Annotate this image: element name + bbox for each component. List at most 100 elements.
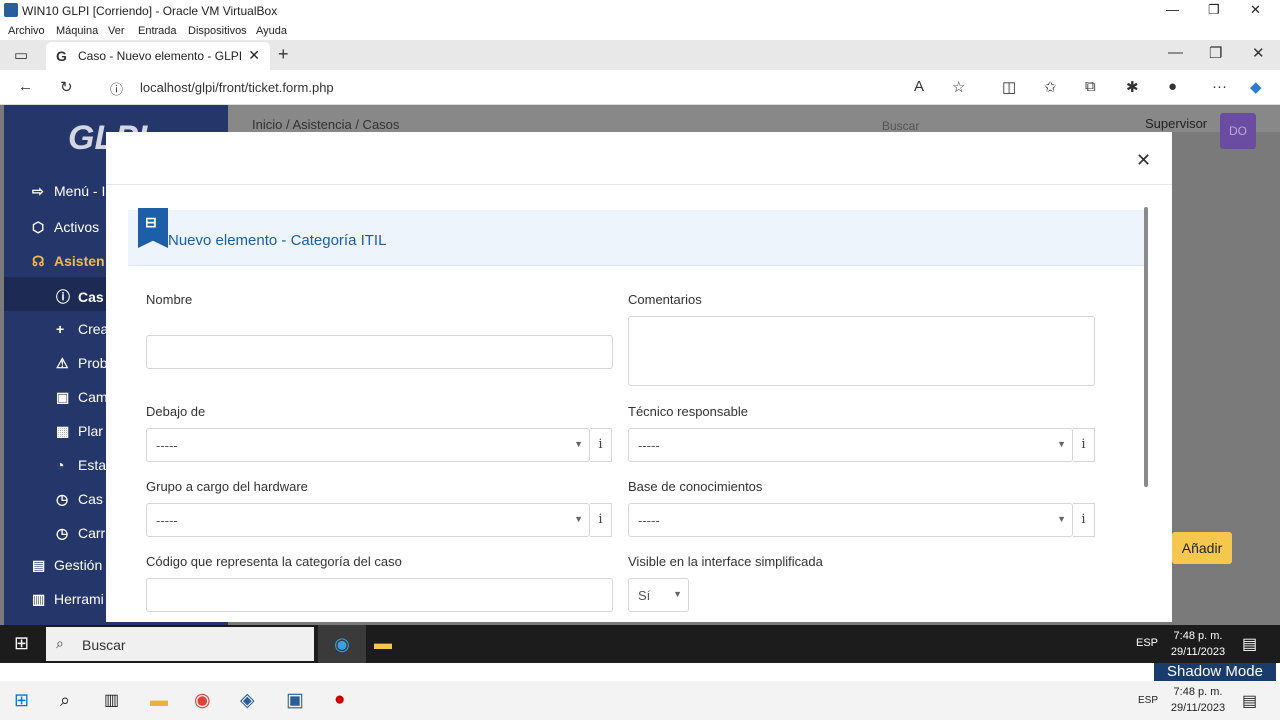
add-button: Añadir [1172,532,1232,564]
info-button[interactable]: i [590,428,612,462]
glpi-favicon-icon: G [56,48,67,64]
host-clock[interactable]: 7:48 p. m. 29/11/2023 [1166,684,1230,716]
vbox-menubar: Archivo Máquina Ver Entrada Dispositivos… [0,22,1280,40]
task-view-icon[interactable]: ▥ [104,690,119,710]
modal-close-icon[interactable]: ✕ [1136,150,1151,171]
language-indicator[interactable]: ESP [1136,637,1158,649]
label-codigo: Código que representa la categoría del c… [146,554,402,569]
favorite-icon[interactable]: ☆ [952,78,965,96]
sidebar-item-casos: ⓘ Cas [56,289,104,305]
tab-close-icon[interactable]: ✕ [248,47,260,64]
vm-window-icon[interactable]: ▣ [286,689,304,712]
language-indicator[interactable]: ESP [1138,695,1158,706]
user-role: Supervisor [1145,116,1208,131]
app-icon[interactable]: ● [334,689,345,711]
clipboard-icon: ▣ [56,389,70,405]
codigo-input[interactable] [146,578,613,612]
windows-start-icon[interactable]: ⊞ [14,690,29,711]
label-debajo-de: Debajo de [146,404,206,419]
browser-restore-icon[interactable]: ❐ [1209,44,1222,62]
tecnico-select[interactable]: ----- ▼ [628,428,1073,462]
search-icon[interactable]: ⌕ [60,690,70,711]
chrome-icon[interactable]: ◉ [194,689,211,712]
split-screen-icon[interactable]: ◫ [1002,78,1016,96]
address-bar-row: ← ↻ ⓘ localhost/glpi/front/ticket.form.p… [0,70,1280,105]
virtualbox-icon[interactable]: ◈ [240,689,255,712]
collections-icon[interactable]: ⧉ [1085,78,1096,95]
tab-title: Caso - Nuevo elemento - GLPI [78,49,243,63]
breadcrumb: Inicio / Asistencia / Casos [252,117,400,132]
file-explorer-icon[interactable]: ▬ [374,633,392,654]
sidebar-item-menu: ⇨ Menú - I [32,183,106,199]
nombre-input[interactable] [146,335,613,369]
refresh-icon[interactable]: ↻ [60,78,73,96]
browser-tabbar: ▭ G Caso - Nuevo elemento - GLPI ✕ + — ❐… [0,40,1280,70]
debajo-de-select[interactable]: ----- ▼ [146,428,590,462]
back-icon[interactable]: ← [18,78,33,95]
plus-icon: + [56,321,65,337]
profile-icon[interactable]: ● [1168,78,1177,95]
minimize-icon[interactable]: — [1166,2,1179,17]
url-field[interactable]: ⓘ localhost/glpi/front/ticket.form.php [96,75,996,101]
copilot-icon[interactable]: ◆ [1250,78,1262,96]
sidebar-item-herramientas: ▥ Herrami [32,591,104,607]
briefcase-icon: ▥ [32,591,46,607]
panel-title: Nuevo elemento - Categoría ITIL [168,232,387,249]
menu-maquina[interactable]: Máquina [56,25,98,37]
extensions-icon[interactable]: ✱ [1126,78,1139,96]
file-explorer-icon[interactable]: ▬ [150,690,168,711]
more-icon[interactable]: ··· [1212,78,1227,95]
caret-down-icon: ▼ [574,439,583,449]
new-tab-icon[interactable]: + [278,44,289,65]
close-icon[interactable]: ✕ [1250,2,1261,18]
avatar: DO [1220,113,1256,149]
sidebar-item-asistencia: ☊ Asisten [32,253,105,269]
info-button[interactable]: i [1073,503,1095,537]
notifications-icon[interactable]: ▤ [1242,634,1257,654]
grupo-select[interactable]: ----- ▼ [146,503,590,537]
sidebar-item-crear: + Crea [56,321,109,337]
tab-actions-icon[interactable]: ▭ [14,46,28,64]
label-tecnico: Técnico responsable [628,404,748,419]
modal-dialog: ✕ ⊟ Nuevo elemento - Categoría ITIL Nomb… [106,132,1172,622]
read-aloud-icon[interactable]: A [914,78,924,95]
info-button[interactable]: i [590,503,612,537]
menu-ayuda[interactable]: Ayuda [256,25,287,37]
menu-archivo[interactable]: Archivo [8,25,45,37]
label-grupo: Grupo a cargo del hardware [146,479,308,494]
alert-icon: ⓘ [56,289,70,305]
taskbar-search[interactable]: ⌕ Buscar [46,627,314,661]
clock-icon: ◷ [56,491,69,507]
menu-dispositivos[interactable]: Dispositivos [188,25,247,37]
menu-ver[interactable]: Ver [108,25,125,37]
browser-minimize-icon[interactable]: — [1168,44,1183,61]
sidebar-item-estadisticas: ◔ Esta [56,457,107,473]
box-icon: ⬡ [32,219,45,235]
sidebar-item-gestion: ▤ Gestión [32,557,103,573]
modal-scrollbar[interactable] [1144,207,1148,487]
glpi-topbar: Inicio / Asistencia / Casos Buscar Super… [228,105,1280,149]
label-visible: Visible en la interface simplificada [628,554,823,569]
wallet-icon: ▤ [32,557,46,573]
favorites-icon[interactable]: ✩ [1044,78,1057,96]
windows-start-icon[interactable]: ⊞ [14,633,29,654]
vm-taskbar: ⊞ ⌕ Buscar ◉ ▬ ESP 7:48 p. m. 29/11/2023 … [0,625,1280,663]
menu-entrada[interactable]: Entrada [138,25,177,37]
notifications-icon[interactable]: ▤ [1242,691,1257,711]
info-icon[interactable]: ⓘ [110,79,123,98]
headset-icon: ☊ [32,253,45,269]
edge-icon[interactable]: ◉ [318,625,366,663]
comentarios-textarea[interactable] [628,316,1095,386]
visible-select[interactable]: Sí ▼ [628,578,689,612]
category-icon: ⊟ [138,208,168,248]
vm-clock[interactable]: 7:48 p. m. 29/11/2023 [1166,628,1230,660]
window-title: WIN10 GLPI [Corriendo] - Oracle VM Virtu… [22,4,278,18]
info-button[interactable]: i [1073,428,1095,462]
browser-close-icon[interactable]: ✕ [1252,44,1265,62]
restore-icon[interactable]: ❐ [1208,2,1220,18]
global-search: Buscar [882,119,920,133]
base-select[interactable]: ----- ▼ [628,503,1073,537]
url-text: localhost/glpi/front/ticket.form.php [140,80,334,95]
tab-ticket[interactable]: G Caso - Nuevo elemento - GLPI ✕ [46,42,270,70]
chart-icon: ◔ [56,457,65,473]
